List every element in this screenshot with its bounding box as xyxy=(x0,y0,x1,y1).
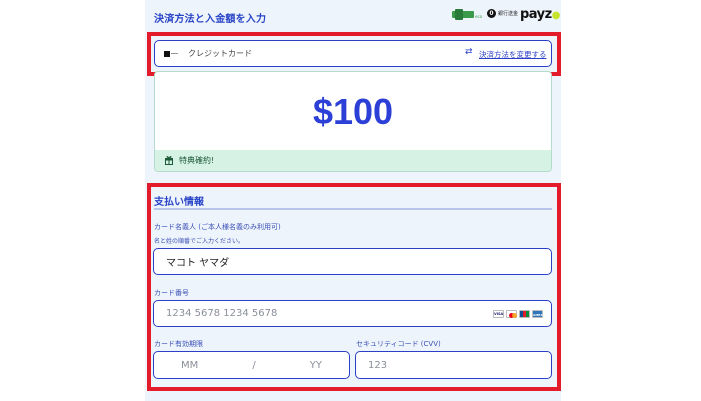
amount-card: $100 特典確約! xyxy=(154,71,552,172)
expiry-separator: / xyxy=(252,359,256,371)
bank-logo-text: 銀行送金 xyxy=(498,11,519,17)
payment-logos: eco 0 銀行送金 payz● xyxy=(450,6,560,24)
card-number-label: カード番号 xyxy=(154,289,189,297)
svg-text:eco: eco xyxy=(475,14,482,19)
card-number-placeholder: 1234 5678 1234 5678 xyxy=(166,308,278,319)
change-method-link[interactable]: 決済方法を変更する xyxy=(479,49,547,60)
benefit-text: 特典確約! xyxy=(179,156,215,165)
payz-dot-icon: ● xyxy=(551,10,561,21)
swap-arrows-icon[interactable]: ⇄ xyxy=(465,47,473,57)
ecopayz-logo: eco xyxy=(452,9,482,20)
expiry-input[interactable]: MM / YY xyxy=(153,351,350,379)
payment-method-label: クレジットカード xyxy=(188,49,252,58)
amount-value: $100 xyxy=(312,91,394,132)
card-number-input[interactable]: 1234 5678 1234 5678 xyxy=(153,300,552,327)
cvv-label: セキュリティコード (CVV) xyxy=(356,340,441,348)
payment-method-selector[interactable]: クレジットカード ⇄ 決済方法を変更する xyxy=(154,40,552,67)
card-brands xyxy=(493,310,543,318)
cardholder-input[interactable]: マコト ヤマダ xyxy=(153,248,552,275)
benefit-banner: 特典確約! xyxy=(155,150,551,171)
bank-icon: 0 xyxy=(487,9,496,18)
visa-icon xyxy=(493,310,504,318)
expiry-month-placeholder: MM xyxy=(181,359,199,371)
payz-logo-text: payz xyxy=(520,7,552,22)
expiry-label: カード有効期限 xyxy=(154,340,203,348)
payz-logo: payz● xyxy=(520,7,560,22)
credit-card-icon xyxy=(164,51,178,57)
gift-icon xyxy=(165,156,173,165)
section-divider xyxy=(154,208,552,210)
cvv-input[interactable]: 123 xyxy=(355,351,552,379)
page-title: 決済方法と入金額を入力 xyxy=(154,14,267,25)
bank-transfer-logo: 0 銀行送金 xyxy=(487,9,518,18)
cardholder-hint: 名と姓の順番でご入力ください。 xyxy=(154,238,245,245)
cardholder-label: カード名義人 (ご本人様名義のみ利用可) xyxy=(154,223,281,231)
amex-icon xyxy=(532,310,543,318)
payment-info-title: 支払い情報 xyxy=(154,197,204,208)
jcb-icon xyxy=(519,310,530,318)
cvv-placeholder: 123 xyxy=(368,359,388,371)
mastercard-icon xyxy=(506,310,517,318)
expiry-year-placeholder: YY xyxy=(309,359,322,371)
